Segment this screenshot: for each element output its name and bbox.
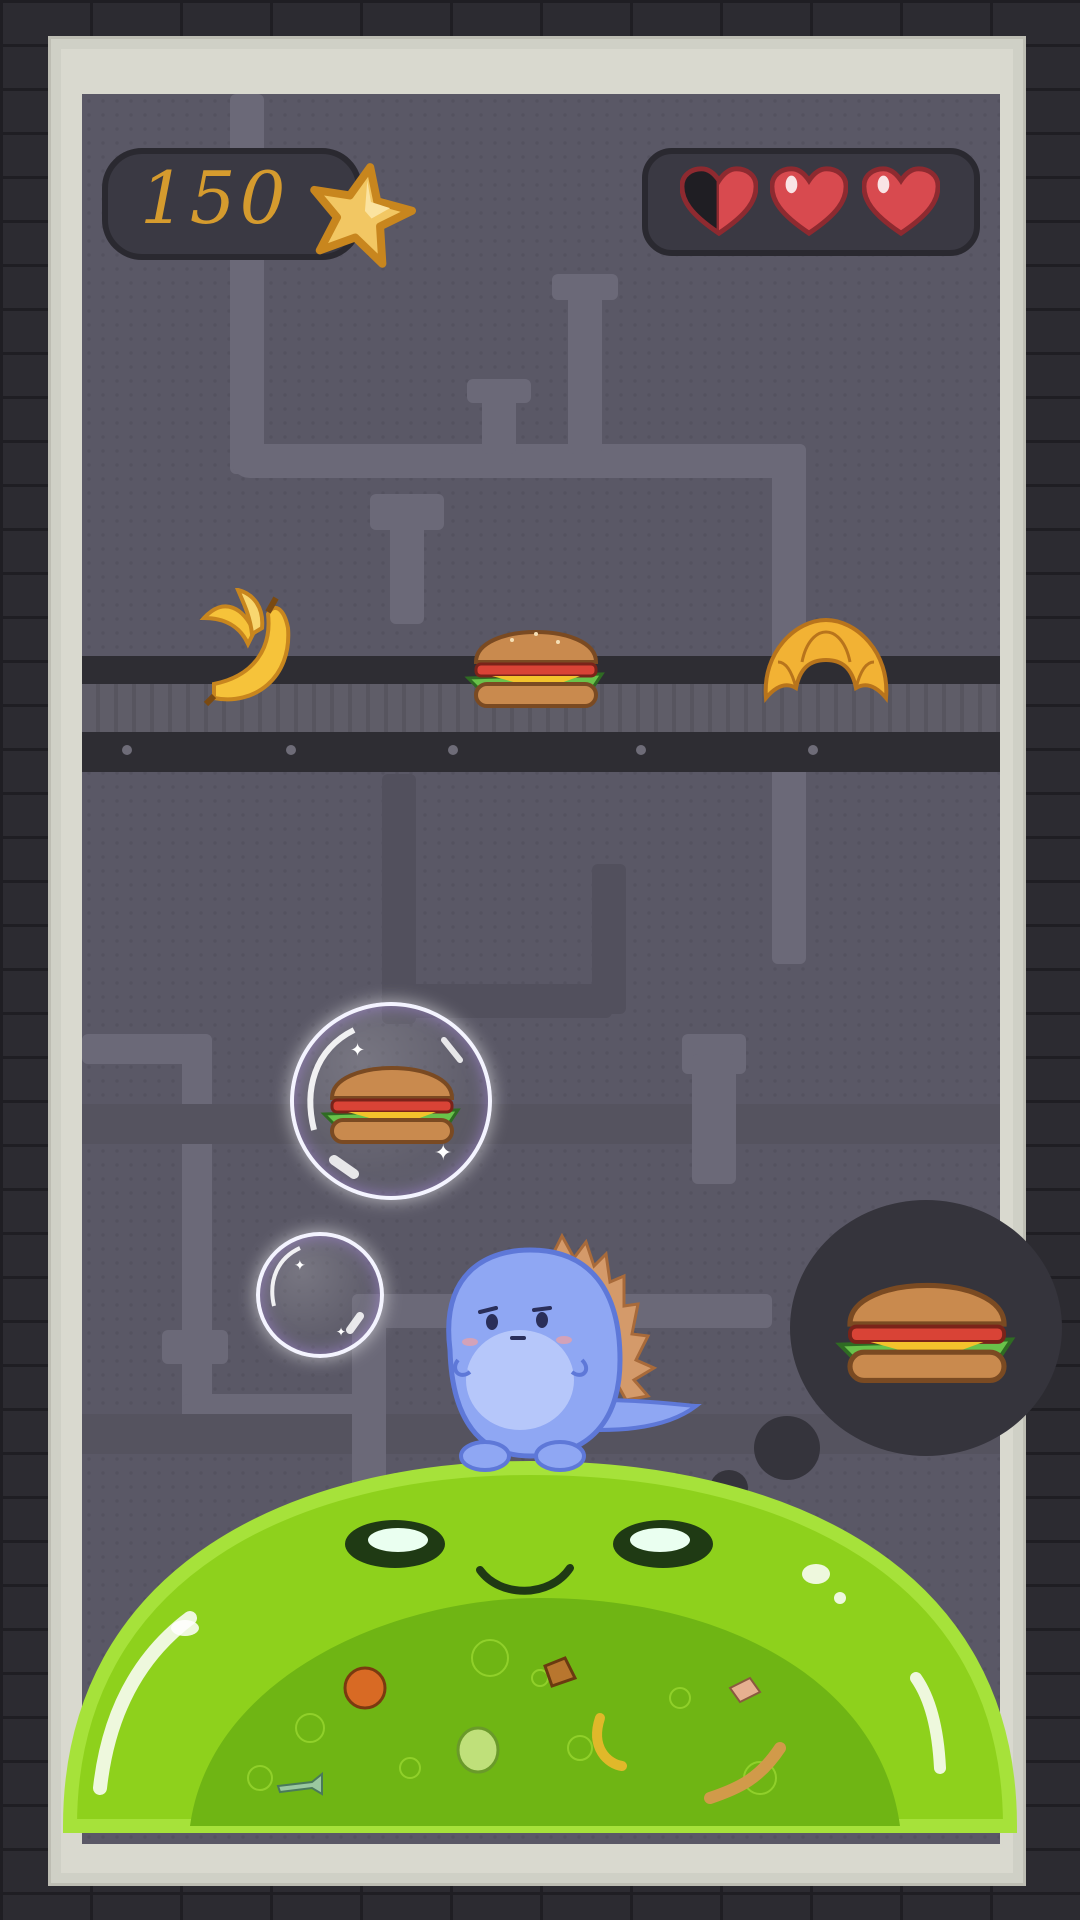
pipe-cap — [552, 274, 618, 300]
conveyor-base — [82, 732, 1000, 772]
svg-text:✦: ✦ — [434, 1141, 452, 1166]
pipe — [82, 1104, 1000, 1144]
pipe — [692, 1054, 736, 1184]
heart-full-icon — [770, 166, 848, 237]
pipe-cap — [467, 379, 531, 403]
green-slime-monster — [62, 1460, 1018, 1833]
svg-text:✦: ✦ — [294, 1258, 306, 1274]
rivet — [448, 745, 458, 755]
wanted-burger-icon — [835, 1283, 1016, 1384]
pipe — [482, 394, 516, 454]
pipe-joint — [370, 494, 444, 530]
rivet — [122, 745, 132, 755]
heart-full-icon — [862, 166, 940, 237]
rivet — [286, 745, 296, 755]
pipe-joint — [162, 1330, 228, 1364]
svg-text:✦: ✦ — [336, 1325, 346, 1339]
pipe — [592, 864, 626, 1014]
svg-text:✦: ✦ — [350, 1040, 365, 1061]
pipe — [182, 1034, 212, 1434]
star-icon — [310, 163, 417, 268]
burger-food-item[interactable] — [462, 612, 610, 712]
heart-half-icon — [680, 166, 758, 237]
banana-food-item[interactable] — [184, 588, 304, 712]
bubble-shine: ✦ ✦ — [307, 1027, 463, 1179]
blue-dino-character[interactable] — [430, 1230, 710, 1480]
bubble-shine: ✦ ✦ — [270, 1246, 364, 1339]
pipe — [568, 284, 602, 454]
score-value: 150 — [140, 156, 290, 240]
rivet — [636, 745, 646, 755]
croissant-food-item[interactable] — [756, 612, 896, 712]
rivet — [808, 745, 818, 755]
